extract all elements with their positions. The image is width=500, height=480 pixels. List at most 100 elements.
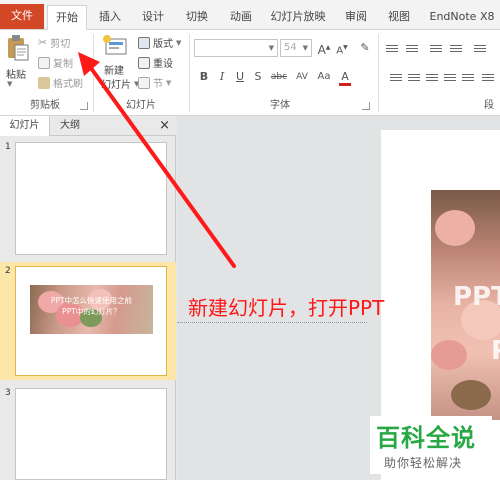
character-spacing-button[interactable]: AV xyxy=(293,70,311,84)
strikethrough-button[interactable]: abc xyxy=(268,70,290,84)
paste-dropdown-icon[interactable]: ▼ xyxy=(7,80,12,88)
slide-number: 1 xyxy=(5,142,11,152)
clipboard-launcher-icon[interactable] xyxy=(80,102,88,110)
slide-photo[interactable]: PPT P xyxy=(431,190,500,420)
slide-thumbnail[interactable] xyxy=(15,142,167,255)
increase-indent-icon[interactable] xyxy=(450,43,462,53)
annotation-caption: 新建幻灯片，打开PPT xyxy=(188,296,385,320)
font-color-swatch xyxy=(339,83,351,86)
layout-button[interactable]: 版式 ▼ xyxy=(138,35,181,50)
reset-button[interactable]: 重设 xyxy=(138,55,173,70)
tab-transitions[interactable]: 切换 xyxy=(176,5,218,30)
distribute-icon[interactable] xyxy=(462,72,474,82)
slide-big-subtitle: P xyxy=(491,336,500,366)
tab-view[interactable]: 视图 xyxy=(380,5,418,30)
tab-file[interactable]: 文件 xyxy=(0,4,44,29)
tab-animations[interactable]: 动画 xyxy=(222,5,260,30)
slide-number: 3 xyxy=(5,388,11,398)
chevron-down-icon: ▼ xyxy=(268,44,274,52)
layout-icon xyxy=(138,36,150,49)
text-shadow-button[interactable]: S xyxy=(251,70,265,84)
slide-thumbnail-item-selected[interactable]: 2 PPT中怎么快速使用之前 PPT中的幻灯片？ xyxy=(0,262,176,380)
tab-endnote[interactable]: EndNote X8 xyxy=(424,5,500,30)
copy-icon xyxy=(38,56,50,69)
paragraph-group-label: 段 xyxy=(484,100,494,111)
font-size-value: 54 xyxy=(284,42,297,53)
justify-icon[interactable] xyxy=(444,72,456,82)
pane-tabs: 幻灯片 大纲 × xyxy=(0,116,176,136)
cut-button[interactable]: ✂ 剪切 xyxy=(38,35,70,50)
slide-thumbnail-item[interactable]: 3 xyxy=(0,384,176,480)
italic-button[interactable]: I xyxy=(215,70,229,84)
format-painter-label: 格式刷 xyxy=(53,79,83,90)
decrease-indent-icon[interactable] xyxy=(430,43,442,53)
cut-label: 剪切 xyxy=(50,39,71,50)
font-color-button[interactable]: A xyxy=(338,70,352,86)
grow-font-button[interactable]: A▲ xyxy=(317,41,331,57)
paste-icon xyxy=(8,35,29,61)
slide-number: 2 xyxy=(5,266,11,276)
slide-thumbnail-photo: PPT中怎么快速使用之前 PPT中的幻灯片？ xyxy=(30,285,153,334)
reset-label: 重设 xyxy=(153,59,173,70)
paste-label[interactable]: 粘贴 xyxy=(6,66,26,81)
chevron-down-icon: ▼ xyxy=(176,38,182,47)
new-slide-label-1[interactable]: 新建 xyxy=(104,62,124,77)
close-icon[interactable]: × xyxy=(159,116,170,136)
copy-label: 复制 xyxy=(53,59,73,70)
shrink-font-button[interactable]: A▼ xyxy=(335,41,349,56)
font-size-input[interactable]: 54 ▼ xyxy=(280,39,312,57)
bullets-icon[interactable] xyxy=(386,43,398,53)
ribbon-home: 粘贴 ▼ ✂ 剪切 复制 格式刷 剪贴板 新建 幻灯片 ▼ 版式 ▼ 重设 节 … xyxy=(0,30,500,116)
slides-pane: 幻灯片 大纲 × 1 2 PPT中怎么快速使用之前 PPT中的幻灯片？ 3 xyxy=(0,116,176,480)
tab-review[interactable]: 审阅 xyxy=(337,5,375,30)
placeholder-border xyxy=(177,322,367,323)
new-slide-button[interactable] xyxy=(102,34,128,61)
scissors-icon: ✂ xyxy=(38,36,48,49)
watermark-logo: 百科全说 助你轻松解决 xyxy=(370,416,492,474)
group-divider xyxy=(93,34,94,112)
tab-design[interactable]: 设计 xyxy=(133,5,173,30)
line-spacing-icon[interactable] xyxy=(474,43,486,53)
copy-button[interactable]: 复制 xyxy=(38,55,73,70)
font-launcher-icon[interactable] xyxy=(362,102,370,110)
numbering-icon[interactable] xyxy=(406,43,418,53)
clear-formatting-icon[interactable]: ✎ xyxy=(358,41,372,55)
slide-thumbnail[interactable] xyxy=(15,388,167,480)
slide-thumbnail-title: PPT中怎么快速使用之前 PPT中的幻灯片？ xyxy=(50,296,133,316)
section-button[interactable]: 节 ▼ xyxy=(138,75,171,90)
bold-button[interactable]: B xyxy=(197,70,211,84)
section-icon xyxy=(138,76,150,89)
paste-button[interactable] xyxy=(6,34,30,65)
align-right-icon[interactable] xyxy=(426,72,438,82)
tab-outline[interactable]: 大纲 xyxy=(50,116,90,136)
columns-icon[interactable] xyxy=(482,72,494,82)
watermark-slogan: 助你轻松解决 xyxy=(384,456,463,470)
section-label: 节 xyxy=(153,79,163,90)
align-left-icon[interactable] xyxy=(390,72,402,82)
font-group-label: 字体 xyxy=(270,100,290,111)
slide-thumbnail-item[interactable]: 1 xyxy=(0,138,176,258)
slide-big-title: PPT xyxy=(453,282,500,312)
tab-home[interactable]: 开始 xyxy=(47,5,87,31)
reset-icon xyxy=(138,56,150,69)
paintbrush-icon xyxy=(38,76,50,89)
change-case-button[interactable]: Aa xyxy=(315,70,333,84)
chevron-down-icon: ▼ xyxy=(302,44,308,52)
underline-button[interactable]: U xyxy=(233,70,247,84)
watermark-brand: 百科全说 xyxy=(376,424,476,452)
new-slide-label-2[interactable]: 幻灯片 ▼ xyxy=(101,76,139,92)
align-center-icon[interactable] xyxy=(408,72,420,82)
slides-group-label: 幻灯片 xyxy=(126,100,156,111)
tab-slideshow[interactable]: 幻灯片放映 xyxy=(262,5,334,30)
group-divider xyxy=(189,34,190,112)
ribbon-tab-bar: 文件 开始 插入 设计 切换 动画 幻灯片放映 审阅 视图 EndNote X8 xyxy=(0,0,500,31)
font-name-input[interactable]: ▼ xyxy=(194,39,278,57)
chevron-down-icon: ▼ xyxy=(166,78,172,87)
clipboard-group-label: 剪贴板 xyxy=(30,100,60,111)
slide-thumbnail[interactable]: PPT中怎么快速使用之前 PPT中的幻灯片？ xyxy=(15,266,167,376)
layout-label: 版式 xyxy=(153,39,173,50)
group-divider xyxy=(378,34,379,112)
format-painter-button[interactable]: 格式刷 xyxy=(38,75,83,90)
tab-slides[interactable]: 幻灯片 xyxy=(0,116,50,136)
tab-insert[interactable]: 插入 xyxy=(90,5,130,30)
